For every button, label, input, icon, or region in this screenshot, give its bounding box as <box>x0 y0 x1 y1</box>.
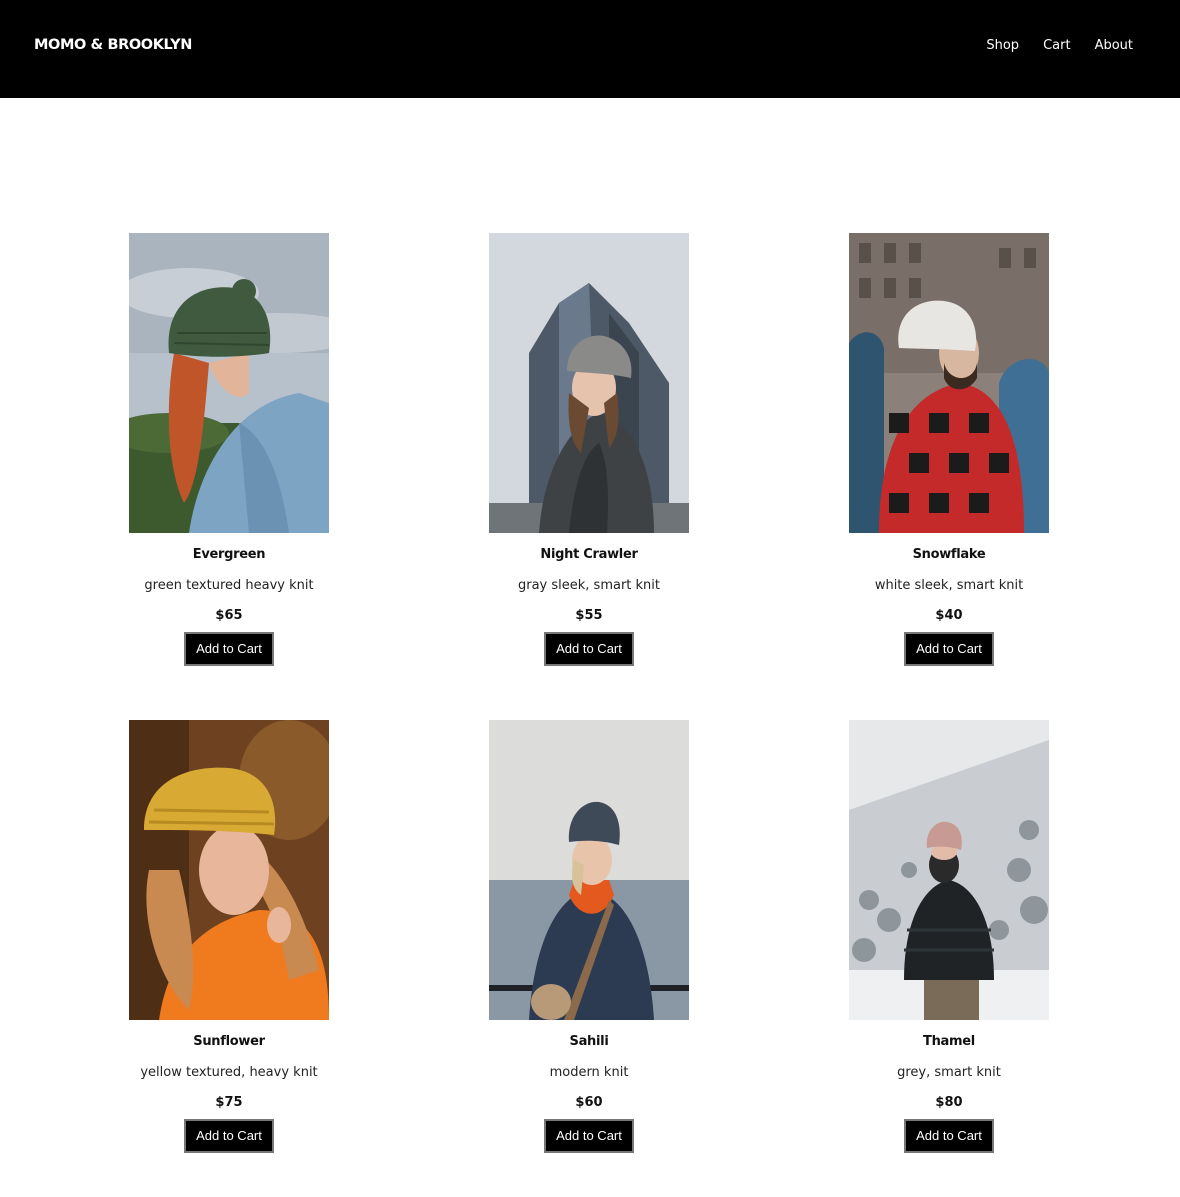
product-image[interactable] <box>129 720 329 1020</box>
product-price: $80 <box>935 1095 963 1110</box>
nav-cart-link[interactable]: Cart <box>1043 38 1071 53</box>
product-name: Sahili <box>569 1034 609 1049</box>
nav-shop-link[interactable]: Shop <box>986 38 1019 53</box>
product-card: Snowflake white sleek, smart knit $40 Ad… <box>849 233 1049 666</box>
product-image[interactable] <box>129 233 329 533</box>
product-description: modern knit <box>549 1065 629 1080</box>
product-image[interactable] <box>489 233 689 533</box>
product-card: Thamel grey, smart knit $80 Add to Cart <box>849 720 1049 1153</box>
product-price: $55 <box>575 608 603 623</box>
site-header: MOMO & BROOKLYN Shop Cart About <box>0 0 1180 98</box>
add-to-cart-button[interactable]: Add to Cart <box>904 1119 994 1153</box>
product-card: Evergreen green textured heavy knit $65 … <box>129 233 329 666</box>
product-description: grey, smart knit <box>897 1065 1001 1080</box>
product-name: Night Crawler <box>540 547 638 562</box>
product-image[interactable] <box>489 720 689 1020</box>
main-nav: Shop Cart About <box>986 38 1133 53</box>
product-price: $60 <box>575 1095 603 1110</box>
product-price: $75 <box>215 1095 243 1110</box>
add-to-cart-button[interactable]: Add to Cart <box>544 1119 634 1153</box>
nav-about-link[interactable]: About <box>1095 38 1133 53</box>
product-image[interactable] <box>849 720 1049 1020</box>
product-description: gray sleek, smart knit <box>517 578 661 593</box>
product-card: Sunflower yellow textured, heavy knit $7… <box>129 720 329 1153</box>
product-card: Night Crawler gray sleek, smart knit $55… <box>489 233 689 666</box>
product-name: Snowflake <box>912 547 986 562</box>
product-price: $40 <box>935 608 963 623</box>
product-price: $65 <box>215 608 243 623</box>
add-to-cart-button[interactable]: Add to Cart <box>544 632 634 666</box>
product-name: Thamel <box>923 1034 975 1049</box>
add-to-cart-button[interactable]: Add to Cart <box>184 632 274 666</box>
add-to-cart-button[interactable]: Add to Cart <box>904 632 994 666</box>
product-description: white sleek, smart knit <box>874 578 1024 593</box>
brand-logo[interactable]: MOMO & BROOKLYN <box>34 37 192 53</box>
add-to-cart-button[interactable]: Add to Cart <box>184 1119 274 1153</box>
product-card: Sahili modern knit $60 Add to Cart <box>489 720 689 1153</box>
product-name: Sunflower <box>193 1034 265 1049</box>
product-name: Evergreen <box>192 547 266 562</box>
product-description: green textured heavy knit <box>144 578 314 593</box>
product-image[interactable] <box>849 233 1049 533</box>
product-description: yellow textured, heavy knit <box>140 1065 318 1080</box>
